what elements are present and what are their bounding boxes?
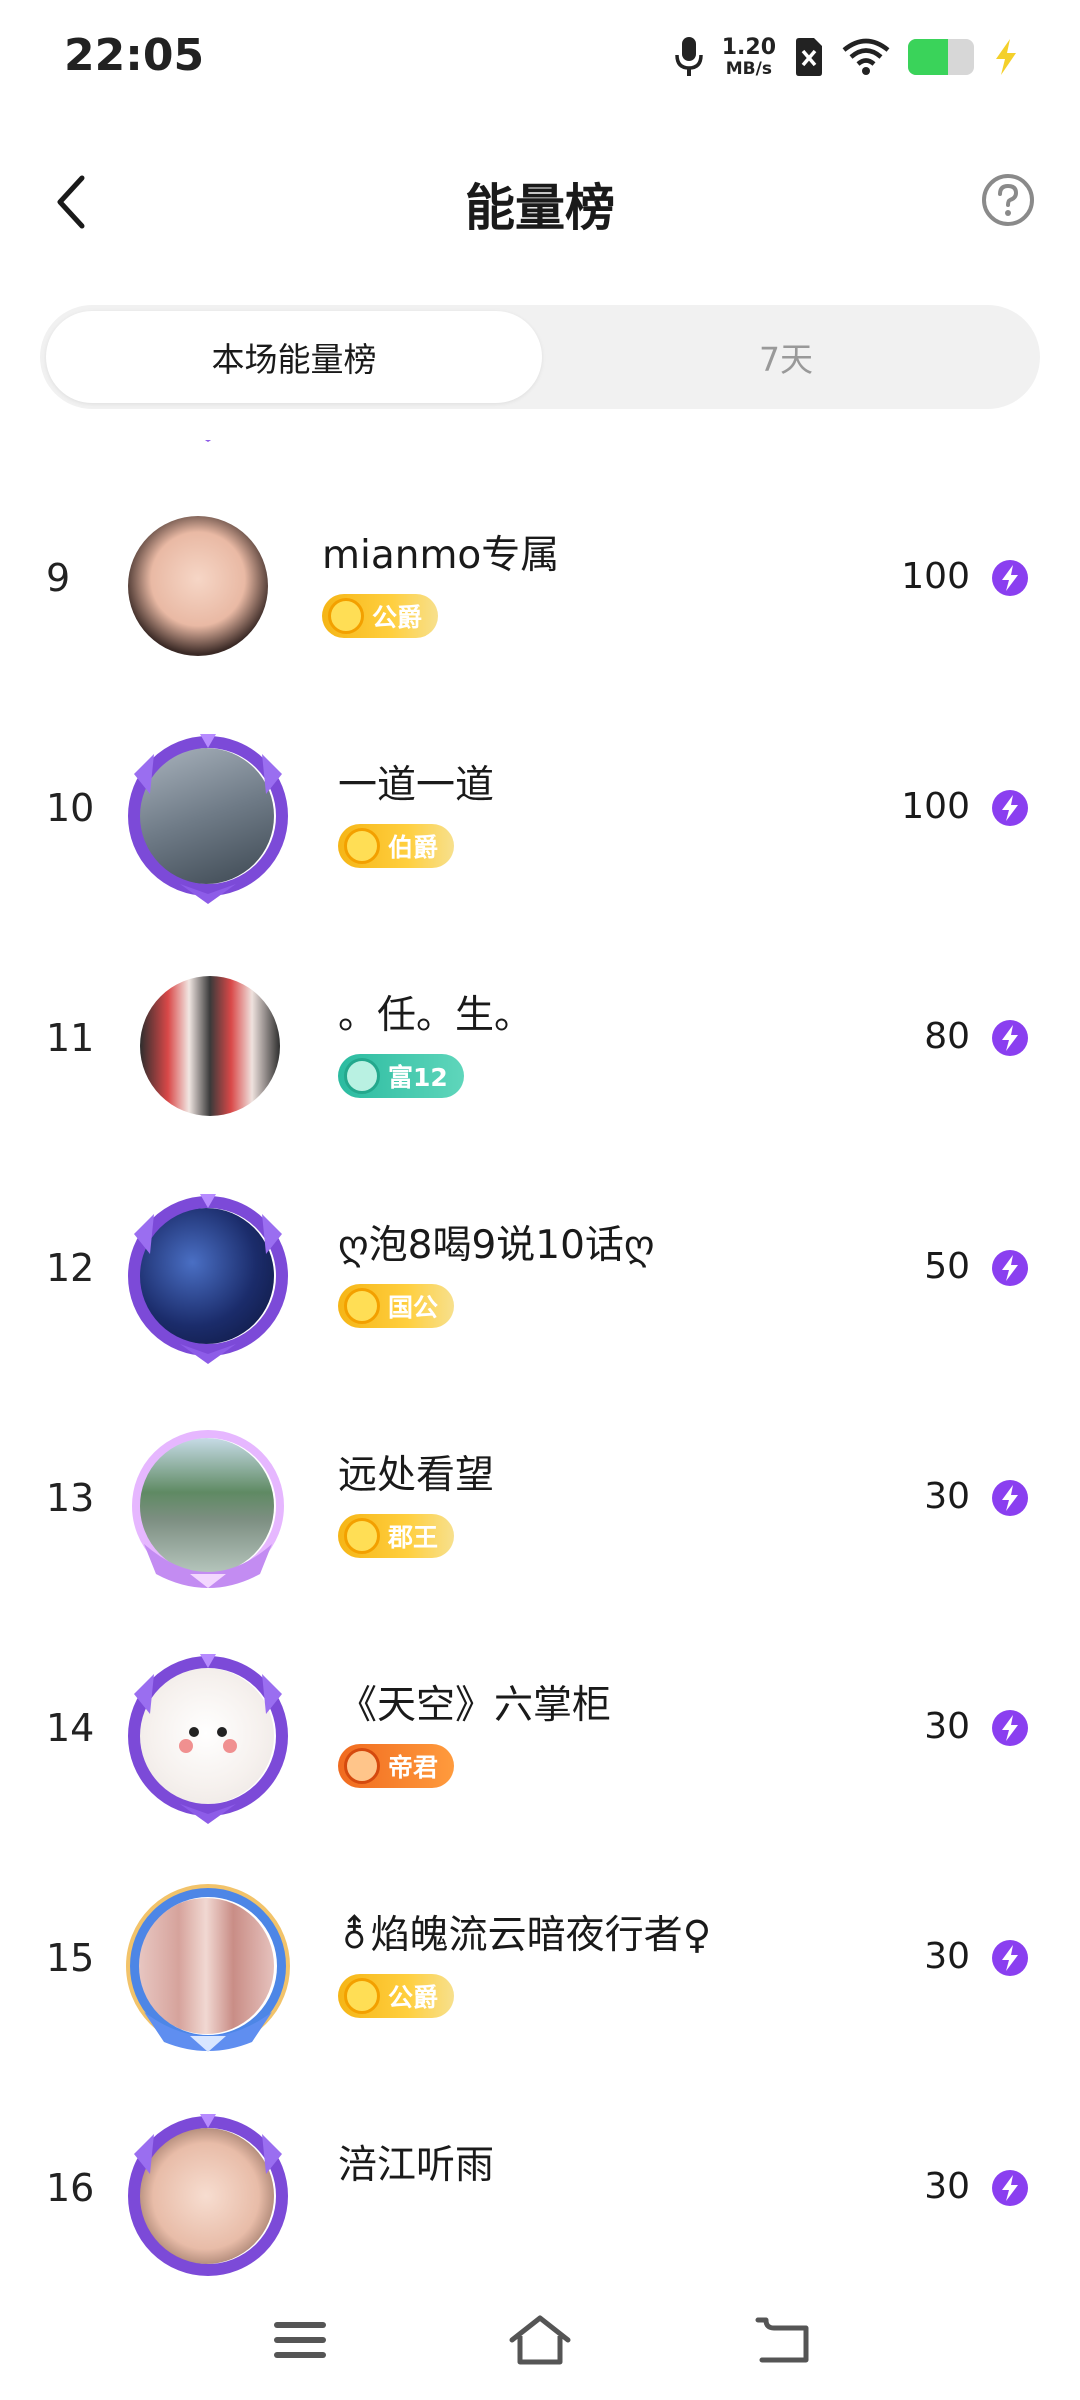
energy-bolt-icon xyxy=(992,2170,1028,2206)
network-speed-value: 1.20 xyxy=(721,34,776,60)
rank-number: 9 xyxy=(46,556,71,600)
menu-icon[interactable] xyxy=(268,2312,332,2368)
user-name: 。任。生。 xyxy=(338,993,534,1038)
status-bar: 22:05 1.20 MB/s xyxy=(0,0,1080,110)
energy-bolt-icon xyxy=(992,560,1028,596)
avatar[interactable] xyxy=(120,1424,284,1588)
rank-number: 15 xyxy=(46,1936,95,1980)
badge-icon xyxy=(344,828,380,864)
energy-bolt-icon xyxy=(992,1020,1028,1056)
avatar[interactable] xyxy=(120,964,280,1124)
avatar-frame xyxy=(204,440,212,442)
badge-icon xyxy=(344,1748,380,1784)
user-name: 一道一道 xyxy=(338,763,495,808)
avatar[interactable] xyxy=(120,504,280,664)
rank-number: 14 xyxy=(46,1706,95,1750)
list-item[interactable]: 12 ღ泡8喝9说10话ღ 国公 50 xyxy=(0,1154,1080,1384)
status-icons: 1.20 MB/s xyxy=(674,32,1020,82)
avatar[interactable] xyxy=(120,1884,290,2052)
header: 能量榜 xyxy=(0,150,1080,260)
level-badge: 伯爵 xyxy=(338,824,455,868)
energy-score: 30 xyxy=(924,1706,970,1747)
list-item[interactable]: 伯爵 xyxy=(0,440,1080,464)
rank-number: 16 xyxy=(46,2166,95,2210)
charging-icon xyxy=(996,39,1016,75)
level-badge: 帝君 xyxy=(338,1744,455,1788)
energy-bolt-icon xyxy=(992,1480,1028,1516)
home-icon[interactable] xyxy=(508,2312,572,2368)
user-name: 《天空》六掌柜 xyxy=(338,1683,612,1728)
tab-7-days[interactable]: 7天 xyxy=(538,311,1034,403)
user-name: ღ泡8喝9说10话ღ xyxy=(338,1223,655,1268)
user-name: ⚨焰魄流云暗夜行者♀ xyxy=(338,1913,712,1958)
ranking-tabs: 本场能量榜 7天 xyxy=(40,305,1040,409)
energy-score: 30 xyxy=(924,1936,970,1977)
list-item[interactable]: 11 。任。生。 富12 80 xyxy=(0,924,1080,1154)
rank-number: 13 xyxy=(46,1476,95,1520)
badge-icon xyxy=(344,1058,380,1094)
level-badge: 公爵 xyxy=(322,594,439,638)
badge-label: 帝君 xyxy=(388,1753,439,1782)
avatar[interactable] xyxy=(120,1654,288,1824)
badge-icon xyxy=(344,1288,380,1324)
badge-label: 伯爵 xyxy=(388,833,439,862)
help-button[interactable] xyxy=(980,172,1036,228)
energy-bolt-icon xyxy=(992,1710,1028,1746)
user-name: 远处看望 xyxy=(338,1453,495,1498)
energy-score: 80 xyxy=(924,1016,970,1057)
user-name: mianmo专属 xyxy=(322,533,560,578)
rank-number: 10 xyxy=(46,786,95,830)
level-badge: 公爵 xyxy=(338,1974,455,2018)
system-navigation-bar xyxy=(0,2278,1080,2400)
microphone-icon xyxy=(674,37,703,76)
energy-score: 30 xyxy=(924,1476,970,1517)
list-item[interactable]: 13 远处看望 郡王 30 xyxy=(0,1384,1080,1614)
rank-number: 12 xyxy=(46,1246,95,1290)
level-badge: 富12 xyxy=(338,1054,464,1098)
network-speed-unit: MB/s xyxy=(725,58,772,79)
badge-icon xyxy=(344,1978,380,2014)
energy-score: 50 xyxy=(924,1246,970,1287)
status-time: 22:05 xyxy=(64,30,205,81)
back-nav-icon[interactable] xyxy=(752,2312,816,2368)
avatar[interactable] xyxy=(120,1194,288,1364)
badge-label: 国公 xyxy=(388,1293,439,1322)
energy-bolt-icon xyxy=(992,1250,1028,1286)
wifi-icon xyxy=(842,38,890,75)
help-icon xyxy=(982,174,1034,226)
list-item[interactable]: 15 ⚨焰魄流云暗夜行者♀ 公爵 30 xyxy=(0,1844,1080,2074)
list-item[interactable]: 9 mianmo专属 公爵 100 xyxy=(0,464,1080,694)
level-badge: 郡王 xyxy=(338,1514,455,1558)
energy-bolt-icon xyxy=(992,1940,1028,1976)
network-speed: 1.20 MB/s xyxy=(721,34,776,79)
badge-icon xyxy=(344,1518,380,1554)
badge-label: 公爵 xyxy=(372,603,423,632)
energy-bolt-icon xyxy=(992,790,1028,826)
badge-label: 郡王 xyxy=(388,1523,439,1552)
energy-score: 100 xyxy=(901,786,970,827)
no-sim-icon xyxy=(796,38,822,76)
battery-icon xyxy=(908,39,974,75)
list-item[interactable]: 16 涪江听雨 30 xyxy=(0,2074,1080,2278)
page-title: 能量榜 xyxy=(465,179,615,237)
energy-score: 100 xyxy=(901,556,970,597)
rank-number: 11 xyxy=(46,1016,95,1060)
level-badge: 国公 xyxy=(338,1284,455,1328)
avatar[interactable] xyxy=(120,2114,288,2276)
ranking-list[interactable]: 伯爵 9 mianmo专属 公爵 100 10 xyxy=(0,440,1080,2278)
badge-label: 富12 xyxy=(388,1063,448,1092)
badge-label: 公爵 xyxy=(388,1983,439,2012)
user-name: 涪江听雨 xyxy=(338,2143,495,2188)
tab-current-session[interactable]: 本场能量榜 xyxy=(46,311,542,403)
badge-icon xyxy=(328,598,364,634)
list-item[interactable]: 14 《天空》六掌柜 帝君 30 xyxy=(0,1614,1080,1844)
list-item[interactable]: 10 一道一道 伯爵 100 xyxy=(0,694,1080,924)
energy-score: 30 xyxy=(924,2166,970,2207)
avatar[interactable] xyxy=(120,734,288,904)
